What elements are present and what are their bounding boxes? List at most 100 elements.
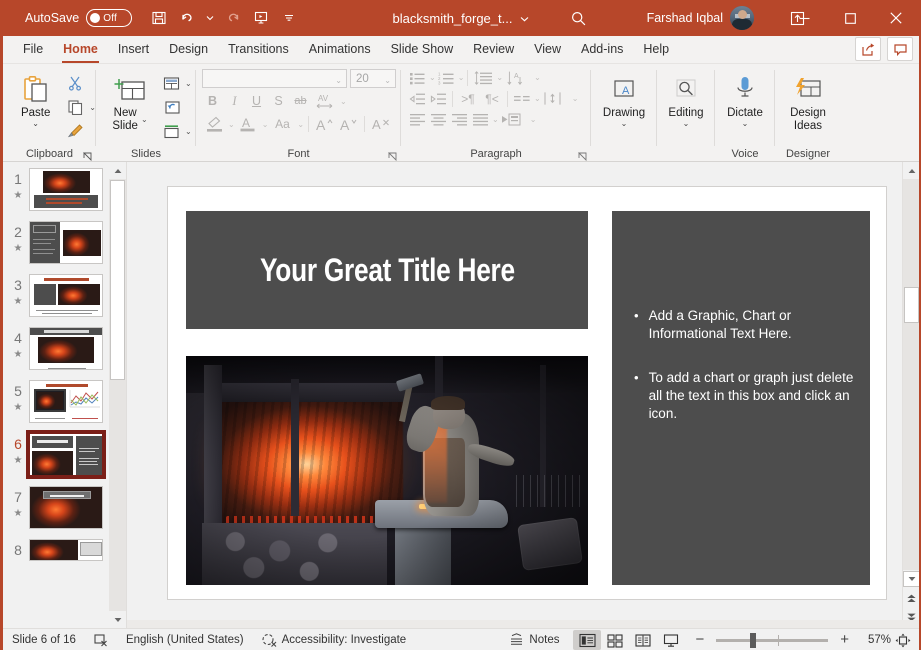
font-name-dropdown-icon[interactable]: ⌄ <box>335 76 342 85</box>
columns-button[interactable] <box>511 89 533 109</box>
clear-all-formatting-button[interactable]: A <box>369 114 393 134</box>
redo-button[interactable] <box>220 5 246 31</box>
notes-button[interactable]: Notes <box>500 629 573 650</box>
justify-button[interactable] <box>470 110 491 130</box>
center-button[interactable] <box>428 110 449 130</box>
paragraph-dialog-launcher[interactable] <box>577 151 587 162</box>
right-to-left-button[interactable]: ¶< <box>480 89 504 109</box>
align-left-button[interactable] <box>407 110 428 130</box>
paste-dropdown-icon[interactable]: ⌄ <box>32 120 39 128</box>
strikethrough-button[interactable]: ab <box>290 91 311 111</box>
slide-thumbnail[interactable] <box>29 221 103 264</box>
text-highlight-color-button[interactable] <box>202 114 226 134</box>
slide-sorter-view-button[interactable] <box>601 630 629 650</box>
list-item[interactable]: 3 ★ <box>3 274 126 317</box>
tab-transitions[interactable]: Transitions <box>218 38 299 63</box>
convert-to-smartart-button[interactable] <box>499 110 523 130</box>
slide-thumbnail[interactable] <box>29 327 103 370</box>
cut-button[interactable] <box>62 72 88 94</box>
minimize-button[interactable] <box>781 0 827 36</box>
undo-button[interactable] <box>174 5 200 31</box>
font-size-dropdown-icon[interactable]: ⌄ <box>384 76 391 85</box>
layout-dropdown-icon[interactable]: ⌄ <box>185 79 192 88</box>
tab-slide-show[interactable]: Slide Show <box>381 38 464 63</box>
slide-thumbnail[interactable] <box>29 539 103 561</box>
maximize-button[interactable] <box>827 0 873 36</box>
text-shadow-button[interactable]: S <box>268 91 289 111</box>
drawing-dropdown-icon[interactable]: ⌄ <box>621 120 628 128</box>
italic-button[interactable]: I <box>224 91 245 111</box>
language-status[interactable]: English (United States) <box>117 629 253 650</box>
account-area[interactable]: Farshad Iqbal <box>647 0 754 36</box>
thumbnail-scroll-down-button[interactable] <box>109 611 126 628</box>
clipboard-dialog-launcher[interactable] <box>82 151 92 162</box>
bullets-dropdown-icon[interactable]: ⌄ <box>429 73 436 82</box>
customize-quick-access-toolbar-button[interactable] <box>276 5 302 31</box>
section-button[interactable]: ⌄ <box>158 120 192 142</box>
fit-slide-to-window-button[interactable] <box>891 630 915 650</box>
tab-home[interactable]: Home <box>53 38 108 63</box>
content-placeholder[interactable]: • Add a Graphic, Chart or Informational … <box>612 211 870 585</box>
reading-view-button[interactable] <box>629 630 657 650</box>
slide-counter[interactable]: Slide 6 of 16 <box>3 629 85 650</box>
slide-thumbnail[interactable] <box>29 168 103 211</box>
align-text-button[interactable] <box>541 89 565 109</box>
slide-notes-status-button[interactable] <box>85 629 117 650</box>
tab-view[interactable]: View <box>524 38 571 63</box>
change-case-button[interactable]: Aa <box>269 114 295 134</box>
zoom-percent-button[interactable]: 57% <box>857 634 891 646</box>
align-text-dropdown-icon[interactable]: ⌄ <box>572 94 579 103</box>
zoom-slider-thumb[interactable] <box>750 632 757 648</box>
layout-button[interactable]: ⌄ <box>158 72 192 94</box>
reset-button[interactable] <box>158 96 184 118</box>
list-item[interactable]: 4 ★ <box>3 327 126 370</box>
new-slide-dropdown-icon[interactable]: ⌄ <box>141 115 148 124</box>
list-item[interactable]: 7 ★ <box>3 486 126 529</box>
list-item[interactable]: 8 <box>3 539 126 561</box>
canvas-scroll-up-button[interactable] <box>903 162 919 179</box>
smartart-dropdown-icon[interactable]: ⌄ <box>530 115 537 124</box>
canvas-scroll-down-button[interactable] <box>903 571 919 587</box>
text-direction-dropdown-icon[interactable]: ⌄ <box>534 73 541 82</box>
left-to-right-button[interactable]: >¶ <box>456 89 480 109</box>
character-spacing-button[interactable]: AV <box>312 91 338 111</box>
previous-slide-button[interactable] <box>903 590 919 607</box>
start-from-beginning-button[interactable] <box>248 5 274 31</box>
drawing-button[interactable]: A Drawing ⌄ <box>598 69 650 128</box>
canvas-scroll-thumb[interactable] <box>904 287 919 323</box>
list-item[interactable]: 1 ★ <box>3 168 126 211</box>
document-title-dropdown-icon[interactable] <box>520 11 529 25</box>
bold-button[interactable]: B <box>202 91 223 111</box>
underline-button[interactable]: U <box>246 91 267 111</box>
canvas-horizontal-scrollbar[interactable] <box>127 620 919 628</box>
close-button[interactable] <box>873 0 919 36</box>
font-color-button[interactable]: A <box>236 114 260 134</box>
list-item[interactable]: 6 ★ <box>3 430 126 479</box>
copy-button[interactable]: ⌄ <box>62 96 96 118</box>
font-dialog-launcher[interactable] <box>387 151 397 162</box>
slide-thumbnail[interactable] <box>29 486 103 529</box>
normal-view-button[interactable] <box>573 630 602 650</box>
save-button[interactable] <box>146 5 172 31</box>
slide-thumbnail[interactable] <box>26 430 106 479</box>
zoom-out-button[interactable]: − <box>685 629 708 650</box>
increase-font-size-button[interactable]: A <box>313 114 336 134</box>
numbering-dropdown-icon[interactable]: ⌄ <box>458 73 465 82</box>
canvas-scrollbar[interactable] <box>902 162 919 628</box>
dictate-button[interactable]: Dictate ⌄ <box>719 69 771 128</box>
text-highlight-dropdown-icon[interactable]: ⌄ <box>228 120 235 129</box>
line-spacing-dropdown-icon[interactable]: ⌄ <box>496 73 503 82</box>
new-slide-button[interactable]: New Slide ⌄ <box>102 69 158 133</box>
thumbnail-scrollbar[interactable] <box>109 162 126 628</box>
canvas-scroll-track[interactable] <box>903 179 919 570</box>
tab-animations[interactable]: Animations <box>299 38 381 63</box>
slide-thumbnail[interactable] <box>29 380 103 423</box>
slide-show-button[interactable] <box>657 630 685 650</box>
columns-dropdown-icon[interactable]: ⌄ <box>534 94 541 103</box>
list-item[interactable]: 5 ★ <box>3 380 126 423</box>
accessibility-status[interactable]: Accessibility: Investigate <box>253 629 416 650</box>
slide-canvas[interactable]: Your Great Title Here • Add a Graphic, C… <box>167 186 887 600</box>
list-item[interactable]: 2 ★ <box>3 221 126 264</box>
tab-file[interactable]: File <box>13 38 53 63</box>
paste-button[interactable]: Paste ⌄ <box>11 69 60 128</box>
